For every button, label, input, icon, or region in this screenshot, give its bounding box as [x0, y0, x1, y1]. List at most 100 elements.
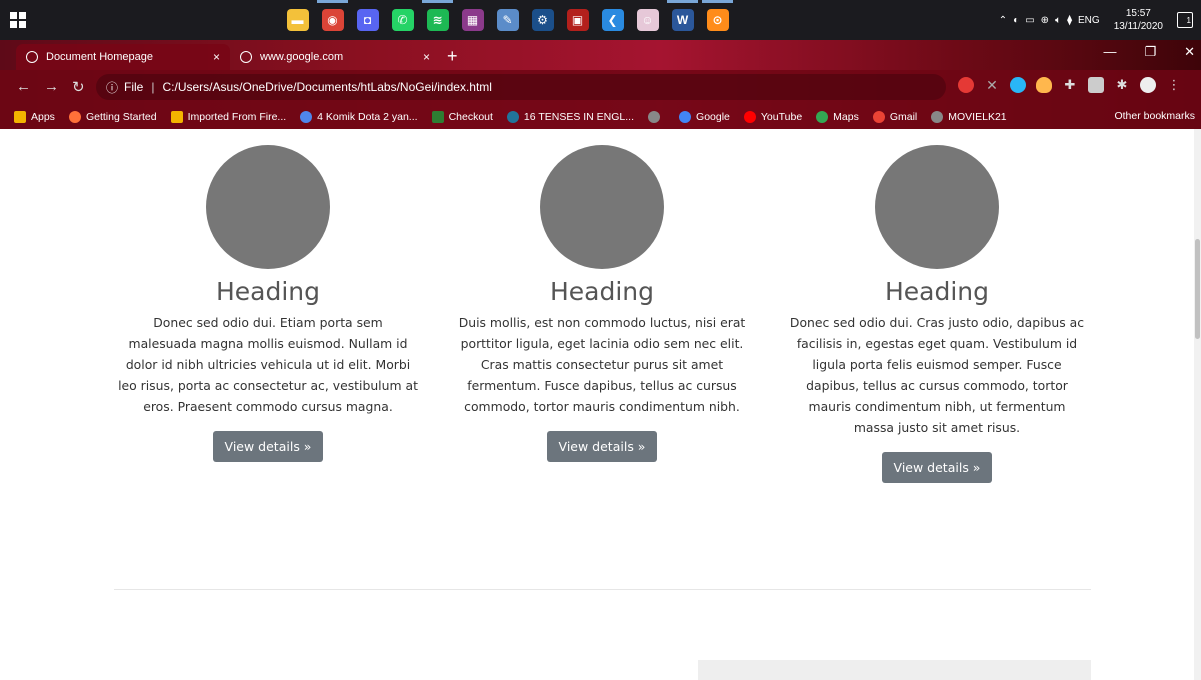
page-scrollbar[interactable]	[1194, 129, 1201, 680]
taskbar-app[interactable]: ≋	[420, 0, 455, 34]
view-details-button[interactable]: View details »	[546, 431, 658, 462]
system-clock[interactable]: 15:57 13/11/2020	[1114, 7, 1163, 33]
bookmark-item[interactable]: Getting Started	[68, 110, 157, 123]
bookmark-item[interactable]	[648, 110, 665, 123]
back-icon[interactable]: ←	[16, 78, 31, 95]
close-tab-icon[interactable]: ×	[423, 50, 430, 64]
view-details-button[interactable]: View details »	[212, 431, 324, 462]
bookmark-favicon-icon	[872, 110, 885, 123]
restore-icon[interactable]: ❐	[1144, 44, 1156, 60]
bookmark-favicon-icon	[300, 110, 313, 123]
tab-document-homepage[interactable]: Document Homepage ×	[16, 44, 230, 70]
chrome-icon: ◉	[321, 9, 344, 31]
bookmark-favicon-icon	[14, 110, 26, 123]
taskbar-app[interactable]: ▬	[280, 6, 315, 34]
page-viewport: Heading Donec sed odio dui. Etiam porta …	[0, 129, 1201, 680]
bookmark-label: Google	[696, 110, 730, 123]
scrollbar-thumb[interactable]	[1195, 239, 1200, 339]
bookmark-label: Maps	[833, 110, 859, 123]
taskbar-app[interactable]: ◘	[350, 6, 385, 34]
puzzle-icon[interactable]: ✱	[1114, 77, 1130, 93]
bookmark-favicon-icon	[170, 110, 183, 123]
bookmark-favicon-icon	[68, 110, 81, 123]
bookmark-label: MOVIELK21	[948, 110, 1007, 123]
bookmark-item[interactable]: YouTube	[743, 110, 803, 123]
reload-icon[interactable]: ↻	[72, 78, 85, 96]
info-icon[interactable]: ⓘ	[106, 79, 118, 96]
bookmark-label: YouTube	[760, 110, 803, 123]
tab-google[interactable]: www.google.com ×	[230, 44, 440, 70]
bookmark-favicon-icon	[431, 110, 444, 123]
taskbar-app[interactable]: ◉	[315, 0, 350, 34]
tab-strip: Document Homepage × www.google.com × + —…	[0, 40, 1201, 70]
windows-start-icon[interactable]	[10, 12, 26, 28]
extensions-area: ✕ ✚ ✱ ⋮	[958, 77, 1182, 93]
column-text: Duis mollis, est non commodo luctus, nis…	[458, 315, 746, 414]
taskbar-app[interactable]: ☺	[630, 6, 665, 34]
network-icon[interactable]: ◐	[1013, 15, 1019, 26]
taskbar-app[interactable]: ▣	[560, 6, 595, 34]
photo-icon: ☺	[636, 9, 659, 31]
new-tab-button[interactable]: +	[447, 46, 458, 67]
minimize-icon[interactable]: —	[1103, 44, 1116, 60]
column-heading: Heading	[215, 277, 321, 306]
browser-chrome: Document Homepage × www.google.com × + —…	[0, 40, 1201, 129]
address-bar[interactable]: ⓘ File | C:/Users/Asus/OneDrive/Document…	[96, 74, 972, 100]
close-window-icon[interactable]: ✕	[1184, 44, 1195, 60]
battery-icon[interactable]: ▭	[1025, 15, 1034, 26]
bookmark-label: Checkout	[448, 110, 493, 123]
chevron-up-icon[interactable]: ⌃	[999, 15, 1007, 26]
bookmark-item[interactable]: 16 TENSES IN ENGL...	[506, 110, 635, 123]
taskbar-app[interactable]: ❮	[595, 6, 630, 34]
language-indicator[interactable]: ENG	[1078, 15, 1100, 26]
placeholder-image	[875, 145, 999, 269]
column-text: Donec sed odio dui. Etiam porta sem male…	[118, 315, 418, 414]
dropbox-icon[interactable]: ⧫	[1067, 15, 1072, 26]
view-details-button[interactable]: View details »	[881, 452, 993, 483]
extension-icon[interactable]: ✚	[1062, 77, 1078, 93]
extension-icon[interactable]	[1036, 77, 1052, 93]
taskbar-app[interactable]: W	[665, 0, 700, 34]
taskbar-apps: ▬ ◉ ◘ ✆ ≋ ▦ ✎ ⚙ ▣ ❮ ☺ W ⊙	[280, 0, 735, 34]
winrar-icon: ▦	[461, 9, 484, 31]
bookmark-label: Other bookmarks	[1114, 110, 1195, 122]
close-tab-icon[interactable]: ×	[213, 50, 220, 64]
steam-icon: ⚙	[531, 9, 554, 31]
file-explorer-icon: ▬	[286, 9, 309, 31]
notification-icon[interactable]: 1	[1177, 12, 1193, 28]
bookmark-item[interactable]: Apps	[14, 110, 55, 123]
bookmark-item[interactable]: Google	[679, 110, 730, 123]
taskbar-app[interactable]: ⚙	[525, 6, 560, 34]
media-player-icon: ⊙	[706, 9, 729, 31]
extension-icon[interactable]	[1088, 77, 1104, 93]
volume-icon[interactable]: 🔈︎	[1055, 15, 1061, 26]
bookmark-favicon-icon	[743, 110, 756, 123]
taskbar-app[interactable]: ▦	[455, 6, 490, 34]
bookmark-favicon-icon	[816, 110, 829, 123]
word-icon: W	[671, 9, 694, 31]
forward-icon[interactable]: →	[44, 78, 59, 95]
taskbar-app[interactable]: ✎	[490, 6, 525, 34]
bookmark-label: 16 TENSES IN ENGL...	[523, 110, 635, 123]
bookmark-other[interactable]: Other bookmarks	[1114, 110, 1195, 122]
x-extension-icon[interactable]: ✕	[984, 77, 1000, 93]
section-divider	[114, 589, 1091, 590]
bookmark-item[interactable]: Imported From Fire...	[170, 110, 287, 123]
feature-column: Heading Donec sed odio dui. Cras justo o…	[787, 145, 1087, 483]
bookmark-label: Apps	[31, 110, 55, 123]
bookmark-label: Imported From Fire...	[187, 110, 287, 123]
extension-icon[interactable]	[1010, 77, 1026, 93]
dota-icon: ▣	[566, 9, 589, 31]
column-text: Donec sed odio dui. Cras justo odio, dap…	[789, 315, 1085, 435]
bookmark-item[interactable]: MOVIELK21	[931, 110, 1007, 123]
taskbar-app[interactable]: ✆	[385, 6, 420, 34]
menu-kebab-icon[interactable]: ⋮	[1166, 77, 1182, 93]
bookmark-item[interactable]: Maps	[816, 110, 859, 123]
taskbar-app[interactable]: ⊙	[700, 0, 735, 34]
bookmark-item[interactable]: 4 Komik Dota 2 yan...	[300, 110, 418, 123]
bookmark-item[interactable]: Checkout	[431, 110, 493, 123]
bookmark-item[interactable]: Gmail	[872, 110, 917, 123]
globe-icon[interactable]: ⊕	[1041, 15, 1049, 26]
profile-avatar[interactable]	[1140, 77, 1156, 93]
adblock-extension-icon[interactable]	[958, 77, 974, 93]
